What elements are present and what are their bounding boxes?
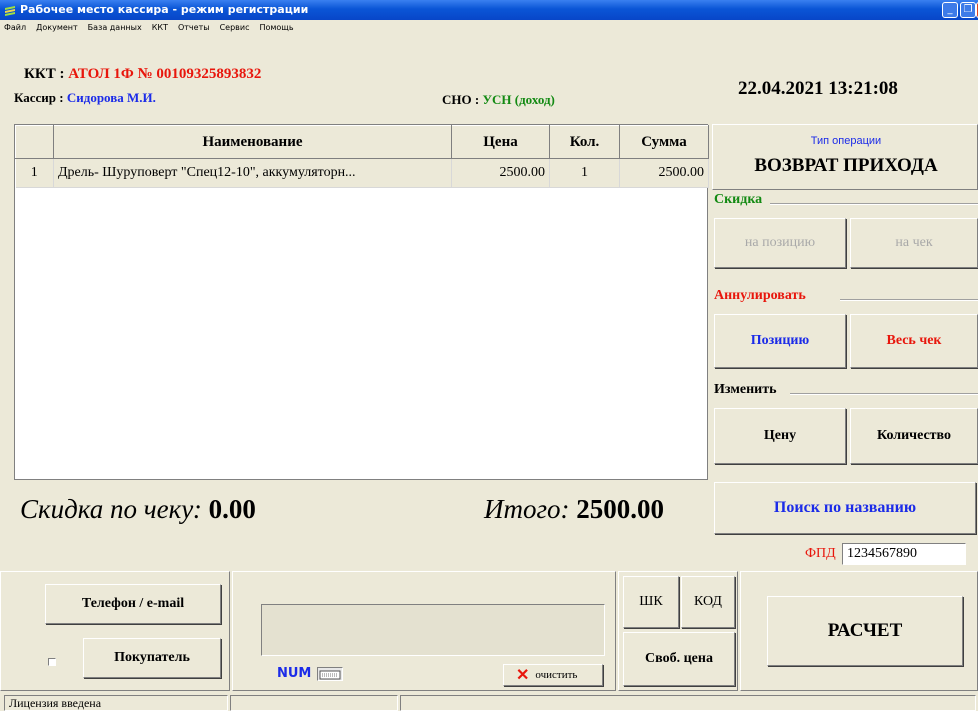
search-by-name-button[interactable]: Поиск по названию [714, 482, 976, 534]
change-qty-button[interactable]: Количество [850, 408, 978, 464]
header: ККТ : АТОЛ 1Ф № 00109325893832 Кассир : … [0, 36, 978, 114]
check-discount-value: 0.00 [208, 494, 256, 524]
table-row[interactable]: 1 Дрель- Шуруповерт "Спец12-10", аккумул… [15, 158, 709, 188]
menu-reports[interactable]: Отчеты [174, 20, 216, 32]
total: Итого: 2500.00 [484, 494, 664, 525]
clear-button[interactable]: ✕ очистить [503, 664, 603, 686]
fpd-input[interactable]: 1234567890 [842, 543, 966, 565]
operation-type-value: ВОЗВРАТ ПРИХОДА [754, 155, 938, 176]
discount-title: Скидка [714, 192, 763, 207]
operation-type-label: Тип операции [810, 135, 882, 147]
total-label: Итого: [484, 494, 570, 524]
sno-label: СНО : [442, 92, 480, 107]
title-bar: Рабочее место кассира - режим регистраци… [0, 0, 978, 20]
check-discount: Скидка по чеку: 0.00 [20, 494, 256, 525]
clear-label: очистить [535, 669, 578, 681]
keyboard-icon[interactable] [317, 667, 343, 681]
col-price[interactable]: Цена [451, 125, 550, 159]
status-cell-3 [400, 695, 976, 711]
discount-item-button[interactable]: на позицию [714, 218, 846, 268]
cashier-label: Кассир : [14, 90, 64, 105]
menu-database[interactable]: База данных [84, 20, 148, 32]
menu-kkt[interactable]: ККТ [148, 20, 174, 32]
datetime: 22.04.2021 13:21:08 [738, 78, 898, 99]
status-license: Лицензия введена [4, 695, 228, 711]
menu-file[interactable]: Файл [0, 20, 32, 32]
app-icon [5, 6, 15, 16]
annul-check-button[interactable]: Весь чек [850, 314, 978, 368]
clear-x-icon: ✕ [516, 667, 530, 684]
col-sum[interactable]: Сумма [619, 125, 709, 159]
total-value: 2500.00 [576, 494, 665, 524]
kod-button[interactable]: КОД [681, 576, 735, 628]
row-name: Дрель- Шуруповерт "Спец12-10", аккумулят… [53, 158, 452, 188]
table-header-row: Наименование Цена Кол. Сумма [15, 125, 709, 159]
buyer-checkbox[interactable] [48, 658, 56, 666]
change-title: Изменить [714, 382, 777, 397]
phone-email-button[interactable]: Телефон / e-mail [45, 584, 221, 624]
col-index [15, 125, 54, 159]
col-name[interactable]: Наименование [53, 125, 452, 159]
menu-service[interactable]: Сервис [216, 20, 256, 32]
code-panel: ШК КОД Своб. цена [618, 571, 738, 691]
check-discount-label: Скидка по чеку: [20, 494, 202, 524]
status-cell-2 [230, 695, 398, 711]
fpd-label: ФПД [805, 546, 836, 561]
sno-info: СНО : УСН (доход) [442, 92, 555, 108]
kkt-value: АТОЛ 1Ф № 00109325893832 [68, 66, 262, 82]
minimize-icon[interactable]: _ [942, 2, 958, 18]
row-sum: 2500.00 [619, 158, 709, 188]
menu-document[interactable]: Документ [32, 20, 84, 32]
status-bar: Лицензия введена [0, 693, 978, 711]
menu-help[interactable]: Помощь [255, 20, 299, 32]
annul-item-button[interactable]: Позицию [714, 314, 846, 368]
row-index: 1 [15, 158, 54, 188]
cashier-info: Кассир : Сидорова М.И. [14, 90, 156, 106]
change-price-button[interactable]: Цену [714, 408, 846, 464]
sno-value: УСН (доход) [482, 92, 555, 107]
payment-panel: РАСЧЕТ [740, 571, 978, 691]
input-panel: NUM ✕ очистить [232, 571, 616, 691]
barcode-display [261, 604, 605, 656]
annul-divider [840, 299, 978, 301]
free-price-button[interactable]: Своб. цена [623, 632, 735, 686]
col-qty[interactable]: Кол. [549, 125, 620, 159]
kkt-label: ККТ : [24, 66, 65, 82]
pay-button[interactable]: РАСЧЕТ [767, 596, 963, 666]
annul-title: Аннулировать [714, 288, 806, 303]
num-indicator: NUM [277, 666, 312, 681]
row-qty: 1 [549, 158, 620, 188]
customer-panel: Телефон / e-mail Покупатель [0, 571, 230, 691]
discount-check-button[interactable]: на чек [850, 218, 978, 268]
items-table[interactable]: Наименование Цена Кол. Сумма 1 Дрель- Шу… [14, 124, 709, 480]
cashier-value: Сидорова М.И. [66, 90, 156, 105]
window-title: Рабочее место кассира - режим регистраци… [20, 3, 309, 16]
operation-type-panel: Тип операции ВОЗВРАТ ПРИХОДА [712, 124, 978, 190]
maximize-icon[interactable]: ❐ [960, 2, 976, 18]
kkt-info: ККТ : АТОЛ 1Ф № 00109325893832 [24, 66, 261, 83]
shk-button[interactable]: ШК [623, 576, 679, 628]
row-price: 2500.00 [451, 158, 550, 188]
change-divider [790, 393, 978, 395]
discount-divider [770, 203, 978, 205]
menu-bar: Файл Документ База данных ККТ Отчеты Сервис По… [0, 20, 978, 36]
buyer-button[interactable]: Покупатель [83, 638, 221, 678]
